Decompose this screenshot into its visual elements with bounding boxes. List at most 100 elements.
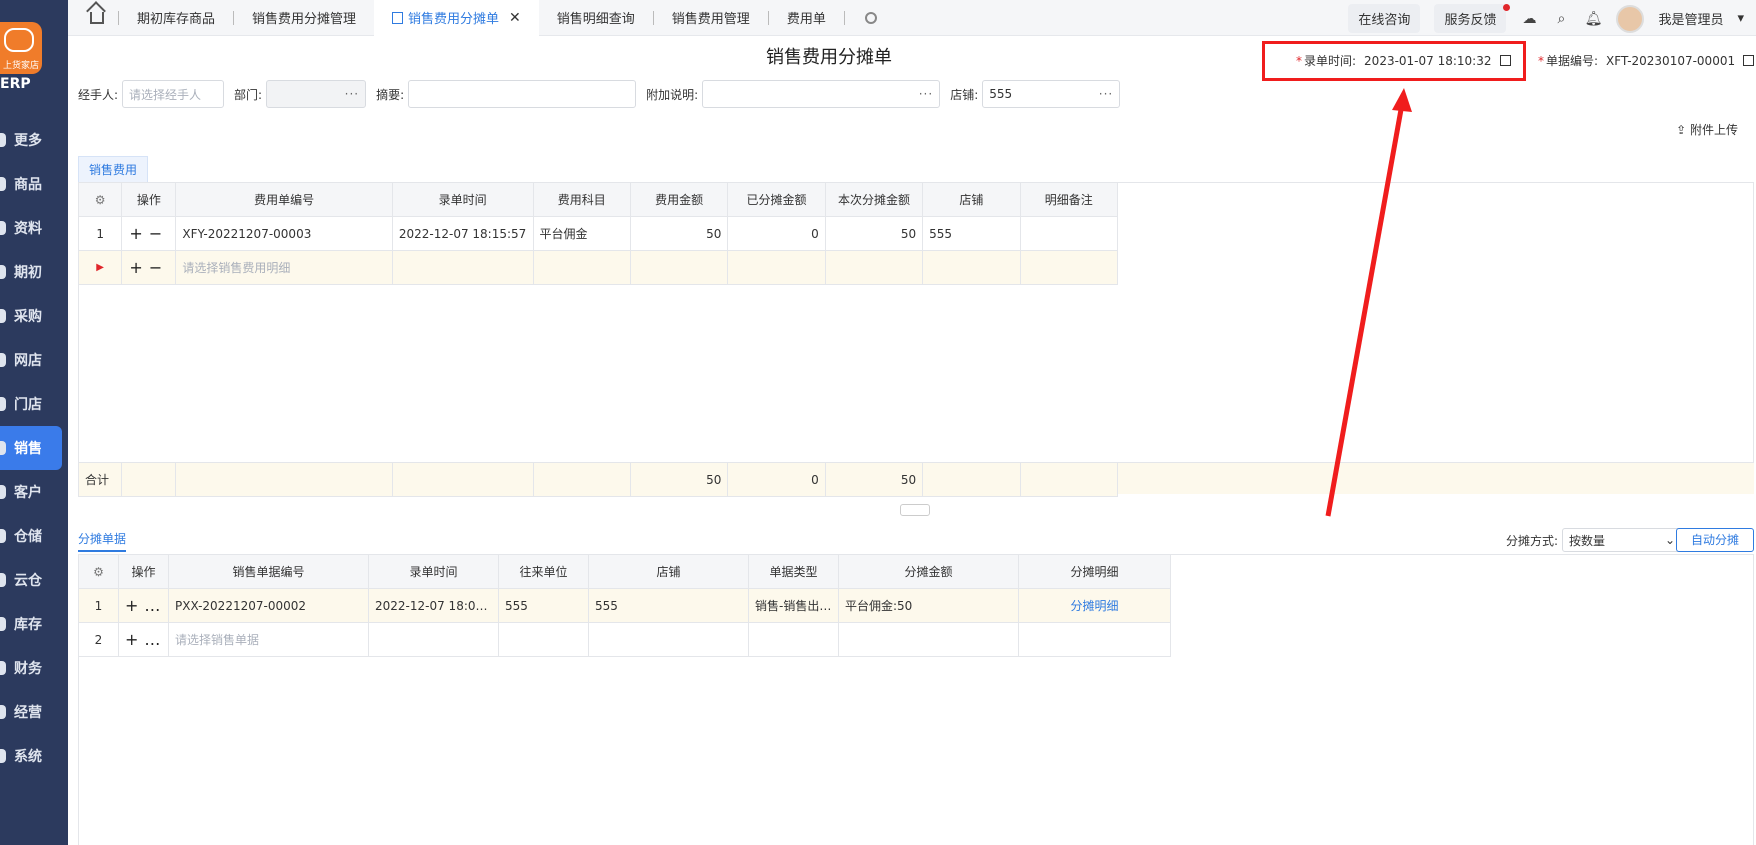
column-header: 费用科目 (532, 182, 631, 217)
add-row-icon[interactable]: + (129, 258, 148, 277)
home-icon[interactable] (90, 11, 104, 24)
chevron-down-icon[interactable]: ▾ (1737, 11, 1744, 26)
tab-sales-expense[interactable]: 销售费用 (78, 156, 149, 182)
user-name[interactable]: 我是管理员 (1658, 9, 1723, 28)
more-dots-icon[interactable]: ··· (919, 87, 933, 101)
column-header: 销售单据编号 (168, 554, 369, 589)
subject-cell: 平台佣金 (532, 216, 631, 251)
finance-icon (0, 661, 6, 675)
more-dots-icon[interactable]: ··· (345, 87, 359, 101)
sidebar-item-sales[interactable]: 销售 (0, 426, 62, 470)
table-row[interactable]: 1 +− XFY-20221207-00003 2022-12-07 18:15… (77, 216, 1119, 251)
expense-summary-table: 合计 50 0 50 (77, 462, 1119, 497)
sidebar-item-warehouse[interactable]: 仓储 (0, 514, 68, 558)
tab-expense-alloc-mgmt[interactable]: 销售费用分摊管理 (234, 0, 374, 36)
column-header: 店铺 (588, 554, 749, 589)
select-sales-doc-placeholder[interactable]: 请选择销售单据 (168, 622, 369, 657)
sidebar-item-inventory[interactable]: 库存 (0, 602, 68, 646)
empty-cell (532, 250, 631, 285)
handler-input[interactable]: 请选择经手人 (122, 80, 225, 108)
sidebar-item-label: 经营 (14, 705, 42, 721)
tab-bar: 期初库存商品 销售费用分摊管理 销售费用分摊单 ✕ 销售明细查询 销售费用管理 费… (68, 0, 1756, 36)
add-row-icon[interactable]: + (125, 630, 160, 649)
table-row-new[interactable]: 2 +− 请选择销售单据 (78, 622, 1171, 657)
sidebar-item-finance[interactable]: 财务 (0, 646, 68, 690)
sidebar-item-purchase[interactable]: 采购 (0, 294, 68, 338)
inventory-icon (0, 617, 6, 631)
shop-cell: 555 (922, 216, 1021, 251)
alloc-method-select[interactable]: 按数量 ⌄ (1562, 528, 1682, 552)
close-icon[interactable]: ✕ (509, 10, 521, 26)
page-title: 销售费用分摊单 (766, 47, 892, 68)
panel-splitter-handle[interactable] (900, 504, 930, 516)
attachment-upload-button[interactable]: ⇪ 附件上传 (1676, 121, 1738, 138)
column-settings-gear-icon[interactable]: ⚙ (78, 554, 119, 589)
empty-cell (532, 462, 631, 497)
empty-cell (748, 622, 839, 657)
logo-badge-icon (4, 28, 34, 52)
sidebar-item-initial[interactable]: 期初 (0, 250, 68, 294)
empty-cell (922, 250, 1021, 285)
select-expense-placeholder[interactable]: 请选择销售费用明细 (175, 250, 393, 285)
auto-allocate-button[interactable]: 自动分摊 (1675, 528, 1754, 552)
edit-icon[interactable] (1743, 55, 1755, 66)
tab-expense-doc[interactable]: 费用单 (769, 0, 844, 36)
feedback-button[interactable]: 服务反馈 (1434, 4, 1511, 33)
avatar[interactable] (1616, 4, 1645, 33)
bell-icon[interactable]: 🔔︎ (1584, 10, 1603, 28)
top-right-tools: 在线咨询 服务反馈 ☁ ⌕ 🔔︎ 我是管理员 ▾ (1348, 4, 1744, 33)
sales-doc-code-cell[interactable]: PXX-20221207-00002 (168, 588, 369, 623)
tab-initial-stock[interactable]: 期初库存商品 (119, 0, 233, 36)
record-time-label-text: 录单时间: (1304, 54, 1357, 68)
sidebar-item-cloud[interactable]: 云仓 (0, 558, 68, 602)
table-row-new[interactable]: ▶ +− 请选择销售费用明细 (77, 250, 1119, 285)
dept-input[interactable]: ··· (266, 80, 367, 108)
doc-no-label-text: 单据编号: (1546, 54, 1599, 68)
search-icon[interactable]: ⌕ (1552, 10, 1570, 28)
row-ops: +− (118, 622, 169, 657)
sidebar-item-customer[interactable]: 客户 (0, 470, 68, 514)
sidebar-item-goods[interactable]: 商品 (0, 162, 68, 206)
amount-cell: 50 (629, 216, 729, 251)
sidebar-item-more[interactable]: 更多 (0, 118, 68, 162)
alloc-detail-link[interactable]: 分摊明细 (1018, 588, 1171, 623)
goods-icon (0, 177, 6, 191)
current-alloc-cell[interactable]: 50 (824, 216, 924, 251)
sidebar-item-store[interactable]: 门店 (0, 382, 68, 426)
extra-input[interactable]: ··· (702, 80, 941, 108)
cloud-icon (0, 573, 6, 587)
remove-row-icon[interactable]: − (149, 224, 168, 243)
summary-input[interactable] (408, 80, 637, 108)
online-consult-button[interactable]: 在线咨询 (1348, 4, 1421, 33)
table-row[interactable]: 1 +− PXX-20221207-00002 2022-12-07 18:07… (78, 588, 1171, 623)
alloc-table: ⚙ 操作 销售单据编号 录单时间 往来单位 店铺 单据类型 分摊金额 分摊明细 … (78, 554, 1171, 657)
shop-input[interactable]: 555 ··· (982, 80, 1121, 108)
sidebar-item-data[interactable]: 资料 (0, 206, 68, 250)
tab-settings-gear-icon[interactable] (864, 11, 877, 24)
expense-code-cell[interactable]: XFY-20221207-00003 (175, 216, 393, 251)
tab-expense-mgmt[interactable]: 销售费用管理 (654, 0, 768, 36)
empty-cell (368, 622, 499, 657)
tab-divider (843, 10, 845, 25)
edit-icon[interactable] (1499, 55, 1511, 66)
add-row-icon[interactable]: + (125, 596, 160, 615)
table-header-row: ⚙ 操作 费用单编号 录单时间 费用科目 费用金额 已分摊金额 本次分摊金额 店… (77, 182, 1119, 217)
remove-row-icon[interactable]: − (149, 258, 168, 277)
add-row-icon[interactable]: + (129, 224, 148, 243)
sidebar-nav: 更多 商品 资料 期初 采购 网店 门店 销售 客户 仓储 云仓 库存 财务 经… (0, 118, 68, 778)
column-settings-gear-icon[interactable]: ⚙ (77, 182, 123, 217)
note-cell[interactable] (1019, 216, 1119, 251)
tab-sales-detail[interactable]: 销售明细查询 (539, 0, 653, 36)
tab-expense-alloc-doc[interactable]: 销售费用分摊单 ✕ (374, 0, 539, 36)
sidebar-item-eshop[interactable]: 网店 (0, 338, 68, 382)
column-header: 单据类型 (748, 554, 839, 589)
handler-label: 经手人: (78, 87, 119, 102)
download-cloud-icon[interactable]: ☁ (1520, 10, 1538, 28)
sidebar-item-system[interactable]: 系统 (0, 734, 68, 778)
more-dots-icon[interactable]: ··· (1099, 87, 1113, 101)
row-ops: +− (118, 588, 169, 623)
tab-alloc-docs[interactable]: 分摊单据 (78, 526, 127, 552)
sidebar-item-label: 期初 (14, 265, 42, 281)
sidebar-item-operation[interactable]: 经营 (0, 690, 68, 734)
doc-no-field: * 单据编号: XFT-20230107-00001 (1538, 52, 1755, 69)
